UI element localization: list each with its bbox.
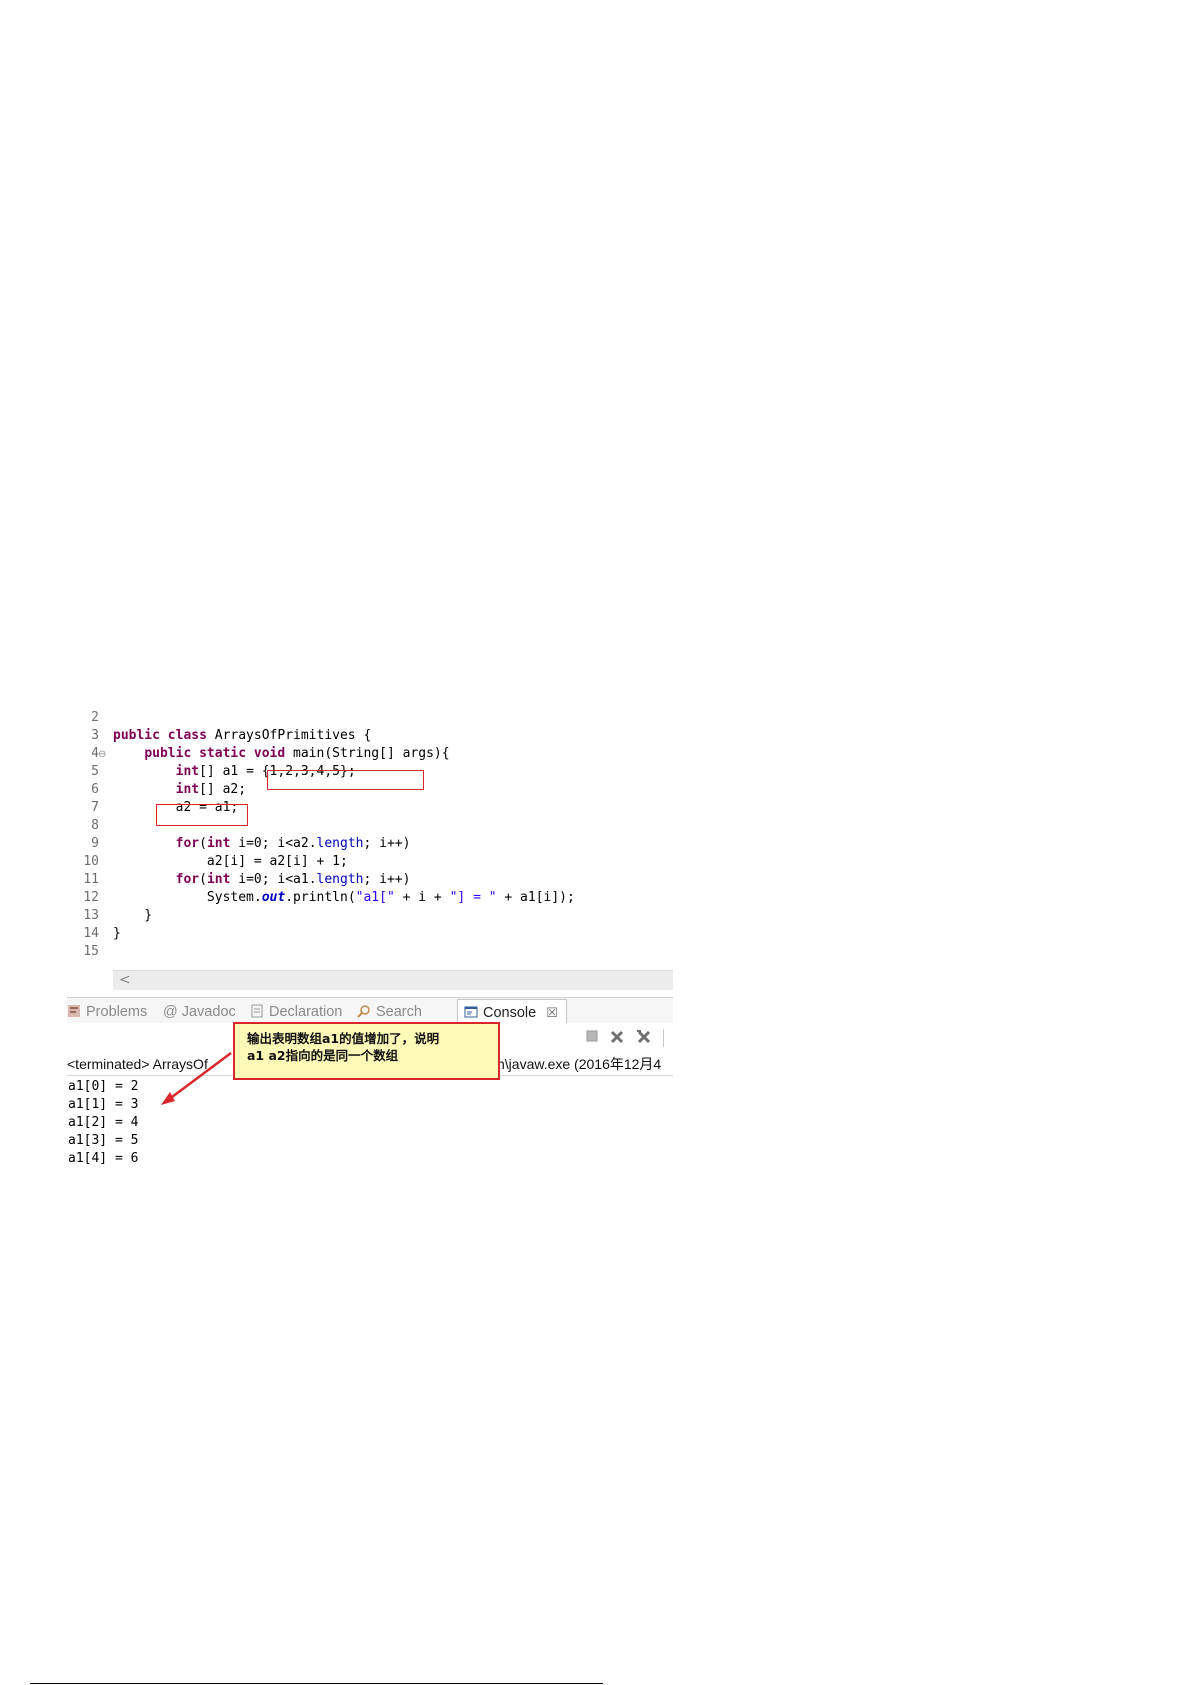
code-token: main(String[] args){ — [293, 746, 450, 761]
callout-line-2: a1 a2指向的是同一个数组 — [247, 1048, 399, 1063]
search-icon — [357, 1004, 371, 1018]
highlight-assignment — [156, 804, 248, 826]
line-number: 11 — [83, 872, 99, 887]
line-number: 14 — [83, 926, 99, 941]
toolbar-divider — [663, 1029, 664, 1047]
code-token: i=0; i<a1. — [230, 872, 317, 887]
line-number: 6 — [91, 782, 99, 797]
console-output-line: a1[4] = 6 — [68, 1151, 139, 1166]
annotation-callout: 输出表明数组a1的值增加了，说明 a1 a2指向的是同一个数组 — [233, 1022, 500, 1080]
terminated-launch-path: n\javaw.exe (2016年12月4 — [497, 1056, 662, 1072]
tab-declaration[interactable]: Declaration — [250, 1002, 342, 1022]
line-number: 10 — [83, 854, 99, 869]
code-line: } — [113, 907, 152, 925]
console-icon — [464, 1003, 478, 1018]
code-token: + i + — [394, 890, 450, 905]
code-token: int — [206, 872, 231, 887]
code-token: ; i++) — [363, 836, 411, 851]
code-token: for — [175, 836, 200, 851]
console-output-line: a1[2] = 4 — [68, 1115, 139, 1130]
tab-console-label: Console — [483, 1005, 537, 1021]
remove-launch-icon[interactable] — [609, 1029, 625, 1049]
line-number: 4 — [91, 746, 99, 761]
remove-all-terminated-icon[interactable] — [635, 1029, 653, 1049]
code-line: for(int i=0; i<a1.length; i++) — [113, 871, 411, 889]
line-number: 3 — [91, 728, 99, 743]
code-token: ( — [199, 836, 207, 851]
code-token: "] = " — [449, 890, 497, 905]
eclipse-screenshot: 2 3 4 ⊖ 5 6 7 8 9 10 11 12 13 14 15 public class Array… — [67, 710, 673, 1175]
callout-line-1: 输出表明数组a1的值增加了，说明 — [247, 1031, 440, 1046]
tab-problems-label: Problems — [86, 1004, 148, 1020]
line-number: 8 — [91, 818, 99, 833]
code-token: ; i++) — [363, 872, 411, 887]
code-line: } — [113, 925, 121, 943]
code-token: length — [316, 872, 364, 887]
tab-problems[interactable]: Problems — [67, 1002, 147, 1022]
code-token: ( — [199, 872, 207, 887]
code-token: public static void — [144, 746, 294, 761]
tab-javadoc[interactable]: @ Javadoc — [163, 1002, 236, 1022]
tab-javadoc-label: @ Javadoc — [163, 1004, 236, 1020]
horizontal-scrollbar[interactable]: < — [113, 970, 673, 990]
line-number: 13 — [83, 908, 99, 923]
code-token: .println( — [285, 890, 356, 905]
terminate-icon[interactable] — [585, 1029, 599, 1047]
code-token: out — [261, 890, 286, 905]
close-tab-icon[interactable]: ☒ — [546, 1005, 558, 1020]
line-number: 9 — [91, 836, 99, 851]
page-footer-rule — [30, 1683, 603, 1684]
code-line: int[] a2; — [113, 781, 246, 799]
code-token: int — [206, 836, 231, 851]
code-token: public class — [113, 728, 215, 743]
code-token: length — [316, 836, 364, 851]
line-number-gutter: 2 3 4 ⊖ 5 6 7 8 9 10 11 12 13 14 15 — [67, 710, 106, 977]
code-token: int — [175, 764, 200, 779]
line-number: 12 — [83, 890, 99, 905]
declaration-icon — [250, 1004, 264, 1018]
code-token: } — [113, 908, 153, 923]
console-output-line: a1[1] = 3 — [68, 1097, 139, 1112]
code-token: int — [175, 782, 200, 797]
code-token: a2[i] = a2[i] + 1; — [113, 854, 348, 869]
code-line: for(int i=0; i<a2.length; i++) — [113, 835, 411, 853]
console-output-line: a1[3] = 5 — [68, 1133, 139, 1148]
code-line: public static void main(String[] args){ — [113, 745, 450, 763]
highlight-array-initializer — [267, 770, 424, 790]
tab-search[interactable]: Search — [357, 1002, 422, 1022]
code-token: [] a2; — [199, 782, 247, 797]
tab-declaration-label: Declaration — [269, 1004, 343, 1020]
tab-search-label: Search — [376, 1004, 422, 1020]
code-line: System.out.println("a1[" + i + "] = " + … — [113, 889, 575, 907]
fold-collapse-icon[interactable]: ⊖ — [98, 749, 109, 760]
code-token: System. — [113, 890, 262, 905]
code-token: "a1[" — [355, 890, 395, 905]
scroll-left-icon[interactable]: < — [119, 971, 131, 990]
code-token: ArraysOfPrimitives { — [214, 728, 372, 743]
code-token: + a1[i]); — [496, 890, 575, 905]
code-token: i=0; i<a2. — [230, 836, 317, 851]
problems-icon — [67, 1004, 81, 1018]
code-token: } — [113, 926, 121, 941]
line-number: 2 — [91, 710, 99, 725]
console-output-line: a1[0] = 2 — [68, 1079, 139, 1094]
code-token: for — [175, 872, 200, 887]
code-line: public class ArraysOfPrimitives { — [113, 727, 371, 745]
code-line: a2[i] = a2[i] + 1; — [113, 853, 348, 871]
line-number: 7 — [91, 800, 99, 815]
code-editor[interactable]: 2 3 4 ⊖ 5 6 7 8 9 10 11 12 13 14 15 public class Array… — [67, 710, 673, 990]
view-tab-bar: Problems @ Javadoc Declaration Search Co… — [67, 997, 673, 1025]
line-number: 5 — [91, 764, 99, 779]
line-number: 15 — [83, 944, 99, 959]
terminated-status: <terminated> ArraysOf — [67, 1056, 208, 1072]
